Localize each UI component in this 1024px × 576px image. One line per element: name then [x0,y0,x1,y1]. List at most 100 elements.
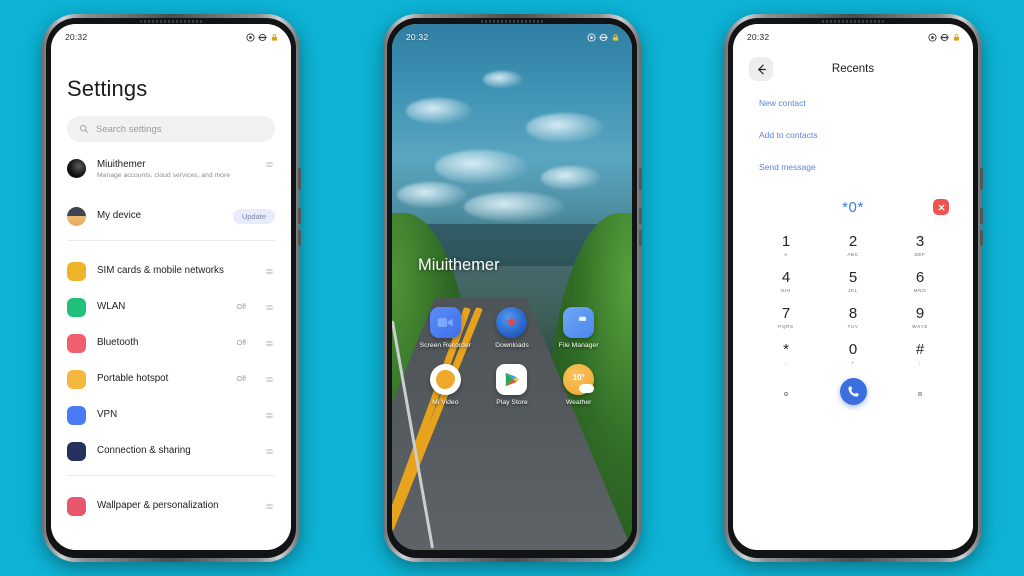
settings-item-label: WLAN [97,300,126,312]
dialpad-key[interactable]: 1 ∞ [759,234,813,257]
settings-item-state: Off [236,375,246,383]
power-button[interactable] [639,168,642,190]
settings-item-icon [67,496,86,516]
dialpad-left-dot-button[interactable] [759,383,813,401]
dialpad-key[interactable]: #; [893,342,947,365]
settings-row[interactable]: Wallpaper & personalization [67,488,275,524]
volume-down-button[interactable] [980,230,983,246]
dialpad-key-digit: 6 [915,269,925,286]
clear-button[interactable] [933,199,949,215]
lock-icon [612,33,619,41]
dialpad-key[interactable]: 9 WXYZ [893,306,947,329]
status-bar-clock: 20:32 [65,32,88,42]
update-badge[interactable]: Update [232,208,275,224]
video-camera-icon [429,307,461,338]
chevron-right-icon [265,304,274,310]
status-bar-icons [928,32,961,42]
app-mi-video[interactable]: Mi Video [417,363,473,408]
dialer-link[interactable]: Add to contacts [759,130,947,140]
chevron-right-icon [265,503,274,509]
settings-row[interactable]: Portable hotspot Off [67,361,275,397]
dialpad-key[interactable]: 6 MNO [893,270,947,293]
dialpad-key[interactable]: *, [759,342,813,365]
earpiece-speaker-icon [481,20,543,23]
dialpad-key[interactable]: 3 DEF [893,234,947,257]
dialpad-key-letters: MNO [913,288,927,293]
phone-device-home: 20:32 Miuithemer Screen Recorder Downloa… [383,14,642,562]
settings-row[interactable]: WLAN Off [67,289,275,325]
app-label: Weather [565,398,592,406]
chevron-right-icon [265,268,274,274]
lock-icon [271,33,278,41]
dialpad-key[interactable]: 8 TUV [826,306,880,329]
app-row-1: Screen Recorder Downloads File Manager [412,307,612,351]
dialer-content: Recents New contact Add to contacts Send m… [733,24,973,550]
volume-up-button[interactable] [639,208,642,224]
app-downloads[interactable]: Downloads [484,307,540,351]
dialpad-key-digit: * [783,341,789,358]
volume-down-button[interactable] [298,230,301,246]
phone-call-icon [848,386,858,397]
app-screen-recorder[interactable]: Screen Recorder [417,307,473,351]
call-button[interactable] [839,378,867,405]
weather-temperature: 10° [572,372,585,382]
dialpad-key[interactable]: 4 GHI [759,270,813,293]
dialer-screen: 20:32 Recents New contact Add to contact… [733,24,973,550]
settings-content: Settings Search settings Miuithemer Mana… [51,24,291,550]
divider [67,475,275,476]
dialpad-key-letters: TUV [847,324,859,329]
app-play-store[interactable]: Play Store [484,363,540,408]
dialpad-row: 7 PQRS 8 TUV 9 WXYZ [759,306,947,329]
settings-item-label: SIM cards & mobile networks [97,264,224,276]
dialpad-right-dot-button[interactable] [893,383,947,401]
dialpad-key-letters: GHI [781,288,791,293]
dialpad-key-digit: # [915,341,925,358]
volume-up-button[interactable] [298,208,301,224]
dialpad-key-letters: JKL [848,288,858,293]
app-weather[interactable]: 10° Weather [551,363,607,408]
volume-down-button[interactable] [639,230,642,246]
settings-list-group-2: Wallpaper & personalization [67,488,275,524]
search-input[interactable]: Search settings [67,116,275,142]
dialpad-key[interactable]: 2 ABC [826,234,880,257]
phone-device-dialer: 20:32 Recents New contact Add to contact… [724,14,983,562]
app-label: File Manager [558,342,599,349]
dialpad-key-digit: 3 [915,233,925,250]
settings-row[interactable]: SIM cards & mobile networks [67,253,275,289]
wallpaper [392,24,632,550]
dialer-link[interactable]: Send message [759,162,947,172]
dialpad-key[interactable]: 7 PQRS [759,306,813,329]
dialpad-key[interactable]: 0 + [826,342,880,365]
account-subtitle: Manage accounts, cloud services, and mor… [97,172,230,180]
status-bar: 20:32 [51,24,291,46]
dialpad-row: 4 GHI 5 JKL 6 MNO [759,270,947,293]
volume-up-button[interactable] [980,208,983,224]
settings-row[interactable]: Bluetooth Off [67,325,275,361]
location-icon [246,32,255,42]
power-button[interactable] [298,168,301,190]
dialpad-row: 1 ∞ 2 ABC 3 DEF [759,234,947,257]
play-store-icon [496,363,528,395]
status-bar-icons [587,32,620,42]
phone-device-settings: 20:32 Settings Search settings Miuitheme… [42,14,301,562]
settings-row[interactable]: VPN [67,397,275,433]
settings-screen: 20:32 Settings Search settings Miuitheme… [51,24,291,550]
settings-item-label: VPN [97,408,118,420]
settings-row-account[interactable]: Miuithemer Manage accounts, cloud servic… [67,154,275,198]
phone-bezel: 20:32 Settings Search settings Miuitheme… [46,18,301,558]
app-label: Mi Video [432,398,459,406]
dot-icon [784,391,788,396]
dialpad-bottom-row [733,378,973,405]
app-file-manager[interactable]: File Manager [551,307,607,351]
dialpad-key[interactable]: 5 JKL [826,270,880,293]
settings-row-my-device[interactable]: My device Update [67,198,275,234]
power-button[interactable] [980,168,983,190]
location-icon [587,32,596,42]
device-label: My device [97,209,142,221]
dialer-link[interactable]: New contact [759,98,947,108]
search-placeholder: Search settings [96,123,162,135]
home-greeting: Miuithemer [418,256,500,274]
status-bar-clock: 20:32 [406,32,429,42]
dialer-action-links: New contact Add to contacts Send message [733,92,973,172]
settings-row[interactable]: Connection & sharing [67,433,275,469]
